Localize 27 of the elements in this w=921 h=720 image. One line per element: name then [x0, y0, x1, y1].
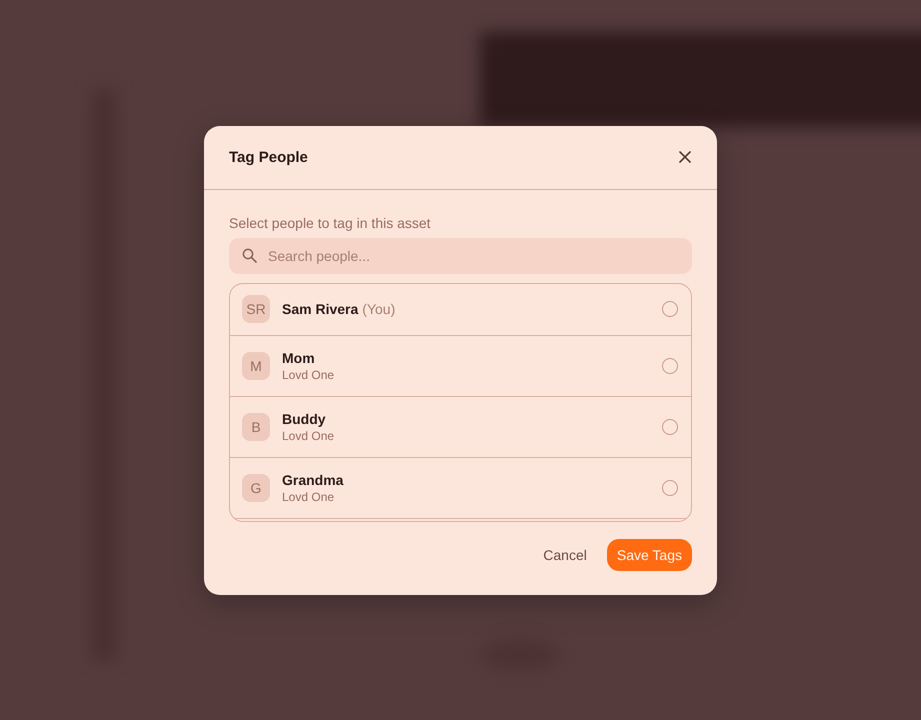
- initials-avatar: SR: [242, 295, 270, 323]
- person-name: Sam Rivera: [282, 301, 358, 317]
- instruction-text: Select people to tag in this asset: [229, 214, 432, 232]
- search-icon: [242, 248, 257, 262]
- radio-button[interactable]: [662, 480, 678, 496]
- radio-button[interactable]: [662, 418, 678, 434]
- person-name: Mom: [282, 350, 315, 366]
- person-name: Buddy: [282, 410, 326, 426]
- cancel-button[interactable]: Cancel: [533, 538, 597, 570]
- initials-avatar: M: [242, 352, 270, 380]
- initials-avatar: G: [242, 474, 270, 502]
- person-row[interactable]: SR Sam Rivera (You): [230, 284, 691, 336]
- search-field[interactable]: Search people...: [229, 238, 692, 274]
- relation-label: Lovd One: [282, 368, 334, 382]
- dialog-title: Tag People: [229, 148, 308, 166]
- radio-button[interactable]: [662, 301, 678, 317]
- person-row[interactable]: B Buddy Lovd One: [230, 396, 691, 458]
- initials-avatar: B: [242, 412, 270, 440]
- relation-label: Lovd One: [282, 490, 334, 504]
- you-label: (You): [362, 301, 396, 317]
- person-row[interactable]: G Grandma Lovd One: [230, 458, 691, 518]
- radio-button[interactable]: [662, 358, 678, 374]
- relation-label: Lovd One: [282, 428, 334, 442]
- close-icon: [679, 151, 691, 163]
- person-name: Grandma: [282, 472, 344, 488]
- close-button[interactable]: [677, 149, 693, 165]
- person-row[interactable]: M Mom Lovd One: [230, 336, 691, 396]
